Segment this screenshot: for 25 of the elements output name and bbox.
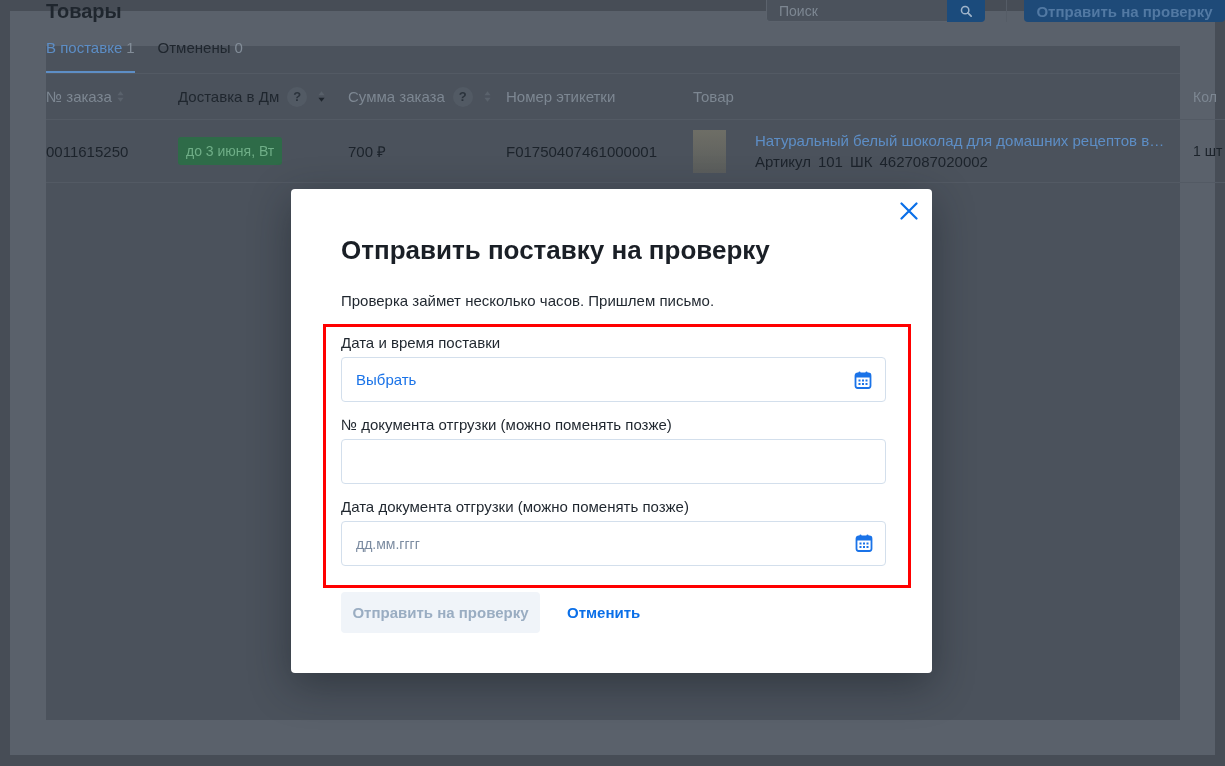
photo-placeholder xyxy=(693,129,726,173)
field-label: № документа отгрузки (можно поменять позже) xyxy=(341,415,673,435)
field-label: Дата и время поставки xyxy=(341,333,502,353)
dialog-title: Отправить поставку на проверку xyxy=(341,234,771,267)
product-link[interactable]: Натуральный белый шоколад для домашних рецептов в… xyxy=(755,131,1165,150)
dialog-text: Проверка займет несколько часов. Пришлем письмо. xyxy=(341,291,716,311)
close-icon xyxy=(900,202,918,220)
close-button[interactable] xyxy=(900,202,918,220)
help-button[interactable]: ? xyxy=(452,86,473,107)
page-title: Товары xyxy=(46,0,122,22)
text-input[interactable] xyxy=(341,439,886,484)
calendar-icon xyxy=(855,534,873,552)
calendar-icon xyxy=(854,370,872,389)
delivery-date-tag: до 3 июня, Вт xyxy=(178,137,283,165)
help-button[interactable]: ? xyxy=(287,86,308,107)
column-header: Кол xyxy=(1193,88,1217,105)
table-cell: 1 шт xyxy=(1193,120,1225,183)
search-button[interactable] xyxy=(947,0,985,22)
tab[interactable]: В поставке 1 xyxy=(46,35,135,73)
search-icon xyxy=(960,5,972,17)
date-input[interactable]: дд.мм.гггг xyxy=(341,521,886,566)
cancel-link[interactable]: Отменить xyxy=(567,604,641,621)
field-label: Дата документа отгрузки (можно поменять позже) xyxy=(341,497,690,517)
date-time-picker[interactable]: Выбрать xyxy=(341,357,886,402)
tab[interactable]: Отменены 0 xyxy=(157,35,243,73)
